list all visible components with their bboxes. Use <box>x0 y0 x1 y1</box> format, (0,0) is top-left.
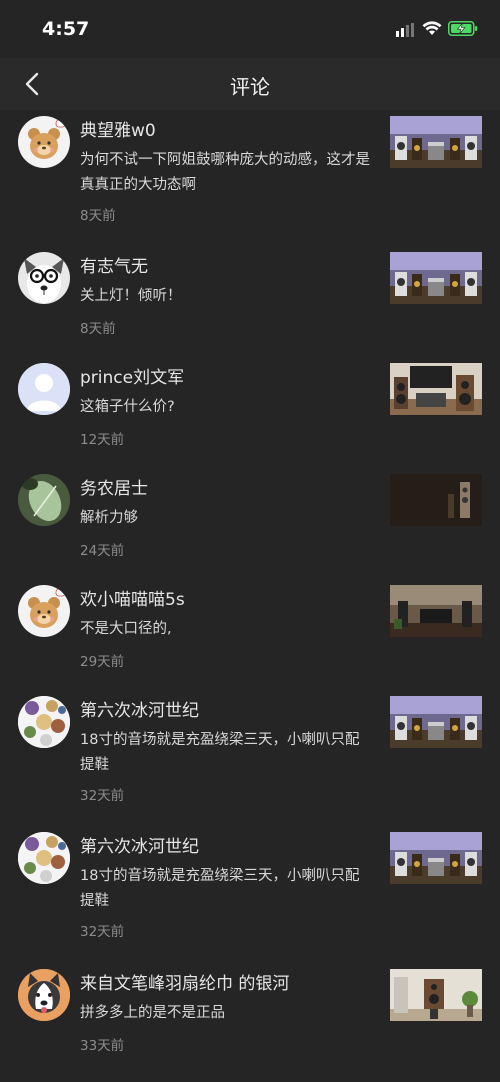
avatar-husky[interactable] <box>18 969 70 1021</box>
comment-username[interactable]: 有志气无 <box>80 252 148 277</box>
comment-list[interactable]: 典望雅w0 为何不试一下阿姐鼓哪种庞大的动感，这才是真真正的大功态啊 8天前 有… <box>0 110 500 1082</box>
wifi-icon <box>422 21 442 35</box>
navigation-bar: 评论 <box>0 58 500 110</box>
comment-time: 29天前 <box>80 654 125 670</box>
avatar-leaf[interactable] <box>18 474 70 526</box>
comment-time: 8天前 <box>80 321 116 337</box>
comment-text: 为何不试一下阿姐鼓哪种庞大的动感，这才是真真正的大功态啊 <box>80 152 370 193</box>
cellular-signal-icon <box>396 23 414 37</box>
comment-username[interactable]: 第六次冰河世纪 <box>80 696 199 721</box>
speaker-room-thumbnail[interactable] <box>390 116 482 168</box>
status-time: 4:57 <box>42 18 90 40</box>
comment-username[interactable]: 欢小喵喵喵5s <box>80 585 185 610</box>
comment-time: 32天前 <box>80 788 125 804</box>
avatar-bear[interactable] <box>18 585 70 637</box>
comment-time: 24天前 <box>80 543 125 559</box>
page-title: 评论 <box>230 75 270 99</box>
comment-username[interactable]: 务农居士 <box>80 474 148 499</box>
comment-time: 12天前 <box>80 432 125 448</box>
avatar-default-user[interactable] <box>18 363 70 415</box>
comment-text: 这箱子什么价? <box>80 399 175 415</box>
speaker-room-thumbnail[interactable] <box>390 252 482 304</box>
comment-username[interactable]: 来自文笔峰羽扇纶巾 的银河 <box>80 969 289 994</box>
speaker-room-thumbnail[interactable] <box>390 363 482 415</box>
avatar-food-collage[interactable] <box>18 832 70 884</box>
speaker-room-thumbnail[interactable] <box>390 474 482 526</box>
speaker-room-thumbnail[interactable] <box>390 832 482 884</box>
avatar-dog-glasses[interactable] <box>18 252 70 304</box>
comment-text: 不是大口径的, <box>80 621 172 637</box>
status-bar: 4:57 <box>0 0 500 58</box>
comment-username[interactable]: 典望雅w0 <box>80 116 156 141</box>
battery-charging-icon <box>448 21 478 36</box>
comment-text: 解析力够 <box>80 510 138 526</box>
speaker-room-thumbnail[interactable] <box>390 696 482 748</box>
comment-username[interactable]: prince刘文军 <box>80 363 184 388</box>
comment-text: 关上灯！倾听！ <box>80 288 182 304</box>
comment-time: 8天前 <box>80 208 116 224</box>
avatar-food-collage[interactable] <box>18 696 70 748</box>
comment-time: 32天前 <box>80 924 125 940</box>
speaker-room-thumbnail[interactable] <box>390 585 482 637</box>
comment-username[interactable]: 第六次冰河世纪 <box>80 832 199 857</box>
comment-text: 18寸的音场就是充盈绕梁三天，小喇叭只配提鞋 <box>80 732 360 773</box>
speaker-room-thumbnail[interactable] <box>390 969 482 1021</box>
comment-time: 33天前 <box>80 1038 125 1054</box>
avatar-bear[interactable] <box>18 116 70 168</box>
comment-text: 拼多多上的是不是正品 <box>80 1005 225 1021</box>
comment-text: 18寸的音场就是充盈绕梁三天，小喇叭只配提鞋 <box>80 868 360 909</box>
